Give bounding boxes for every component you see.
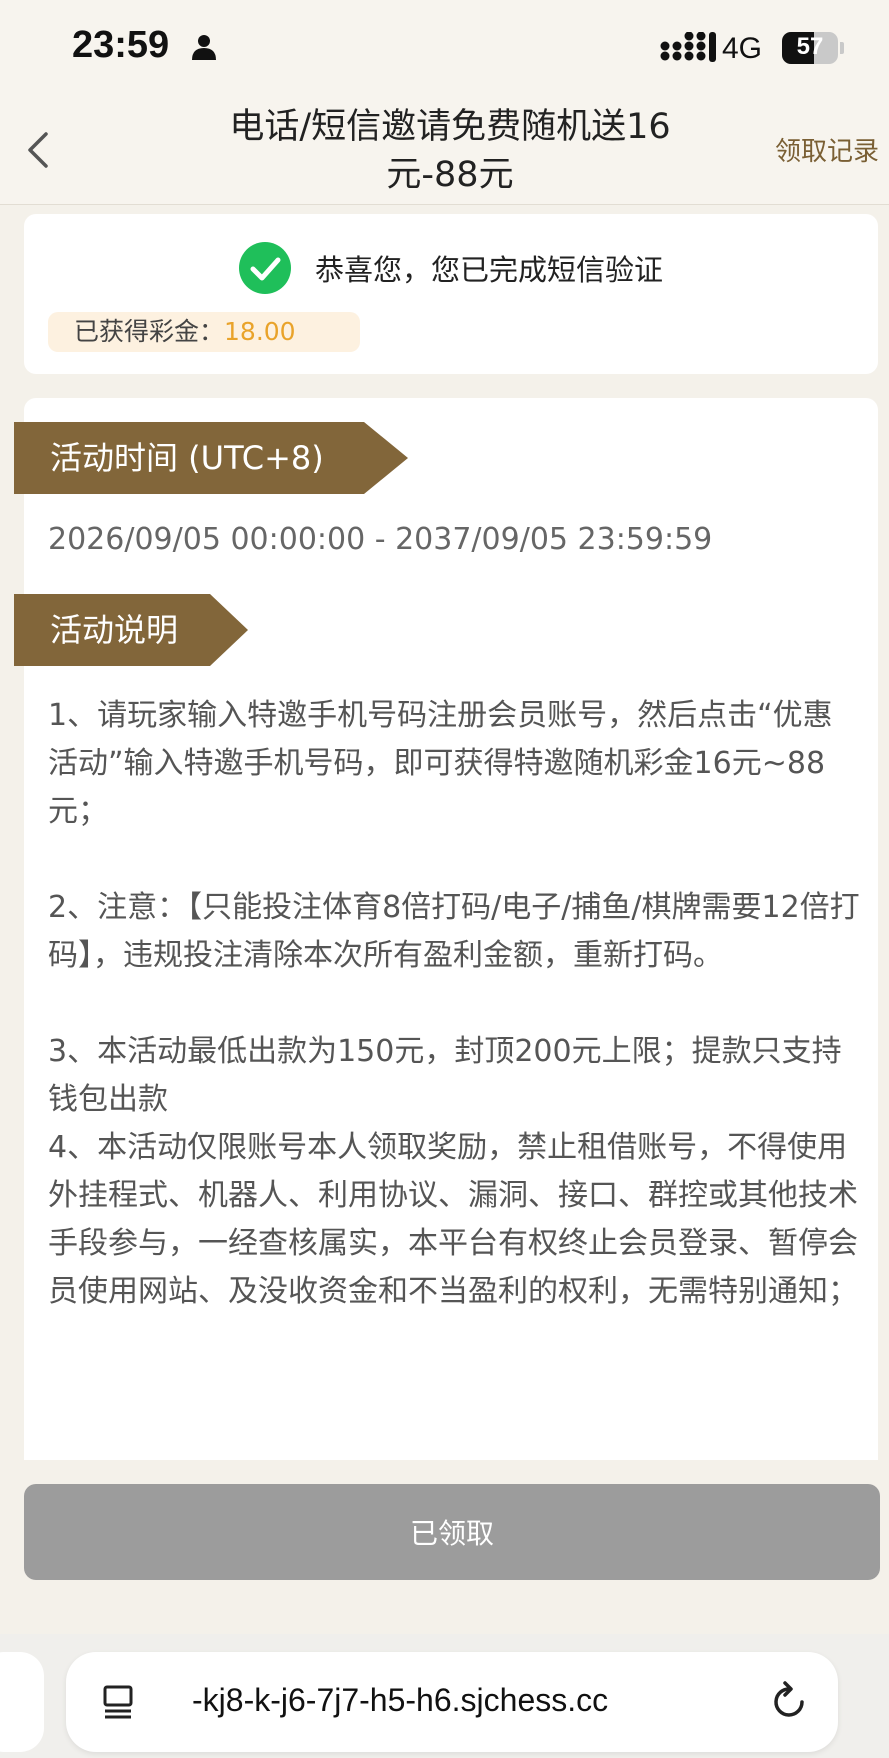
bonus-value: 18.00 bbox=[224, 317, 296, 346]
page-title: 电话/短信邀请免费随机送16元-88元 bbox=[229, 107, 671, 195]
success-message: 恭喜您，您已完成短信验证 bbox=[314, 253, 663, 287]
activity-time-heading: 活动时间 (UTC+8) bbox=[14, 422, 408, 494]
address-bar[interactable]: -kj8-k-j6-7j7-h5-h6.sjchess.cc bbox=[66, 1652, 838, 1752]
activity-time-range: 2026/09/05 00:00:00 - 2037/09/05 23:59:5… bbox=[48, 522, 713, 557]
rule-item: 1、请玩家输入特邀手机号码注册会员账号，然后点击“优惠活动”输入特邀手机号码，即… bbox=[48, 698, 833, 829]
activity-rules: 1、请玩家输入特邀手机号码注册会员账号，然后点击“优惠活动”输入特邀手机号码，即… bbox=[48, 692, 860, 1316]
claimed-button[interactable]: 已领取 bbox=[24, 1484, 880, 1580]
bonus-label: 已获得彩金： bbox=[74, 317, 225, 346]
status-time: 23:59 bbox=[72, 24, 170, 66]
signal-icon bbox=[660, 31, 716, 66]
reload-icon[interactable] bbox=[770, 1680, 810, 1726]
back-icon[interactable] bbox=[26, 131, 50, 173]
bottom-action-area: 已领取 bbox=[0, 1460, 889, 1634]
page-menu-icon[interactable] bbox=[102, 1684, 138, 1724]
nav-bar: 电话/短信邀请免费随机送16元-88元 领取记录 bbox=[0, 95, 889, 205]
success-card: 恭喜您，您已完成短信验证 已获得彩金：18.00 bbox=[24, 214, 878, 374]
status-bar: 23:59 4G 57 bbox=[0, 0, 889, 95]
success-row: 恭喜您，您已完成短信验证 bbox=[24, 240, 878, 296]
person-icon bbox=[192, 34, 216, 64]
previous-tab[interactable] bbox=[0, 1652, 44, 1752]
rule-item: 4、本活动仅限账号本人领取奖励，禁止租借账号，不得使用外挂程式、机器人、利用协议… bbox=[48, 1130, 858, 1309]
check-icon bbox=[238, 242, 291, 294]
battery-icon: 57 bbox=[782, 32, 838, 64]
record-link[interactable]: 领取记录 bbox=[775, 131, 879, 168]
battery-level: 57 bbox=[796, 33, 824, 60]
bonus-badge: 已获得彩金：18.00 bbox=[48, 312, 360, 352]
network-label: 4G bbox=[722, 32, 763, 65]
url-text[interactable]: -kj8-k-j6-7j7-h5-h6.sjchess.cc bbox=[192, 1682, 752, 1719]
rule-item: 3、本活动最低出款为150元，封顶200元上限；提款只支持钱包出款 bbox=[48, 1034, 842, 1117]
battery-nub bbox=[840, 42, 844, 54]
browser-bar: -kj8-k-j6-7j7-h5-h6.sjchess.cc bbox=[0, 1634, 889, 1758]
rule-item: 2、注意：【只能投注体育8倍打码/电子/捕鱼/棋牌需要12倍打码】，违规投注清除… bbox=[48, 890, 860, 973]
activity-card: 活动时间 (UTC+8) 2026/09/05 00:00:00 - 2037/… bbox=[14, 398, 878, 1460]
activity-desc-heading: 活动说明 bbox=[14, 594, 248, 666]
